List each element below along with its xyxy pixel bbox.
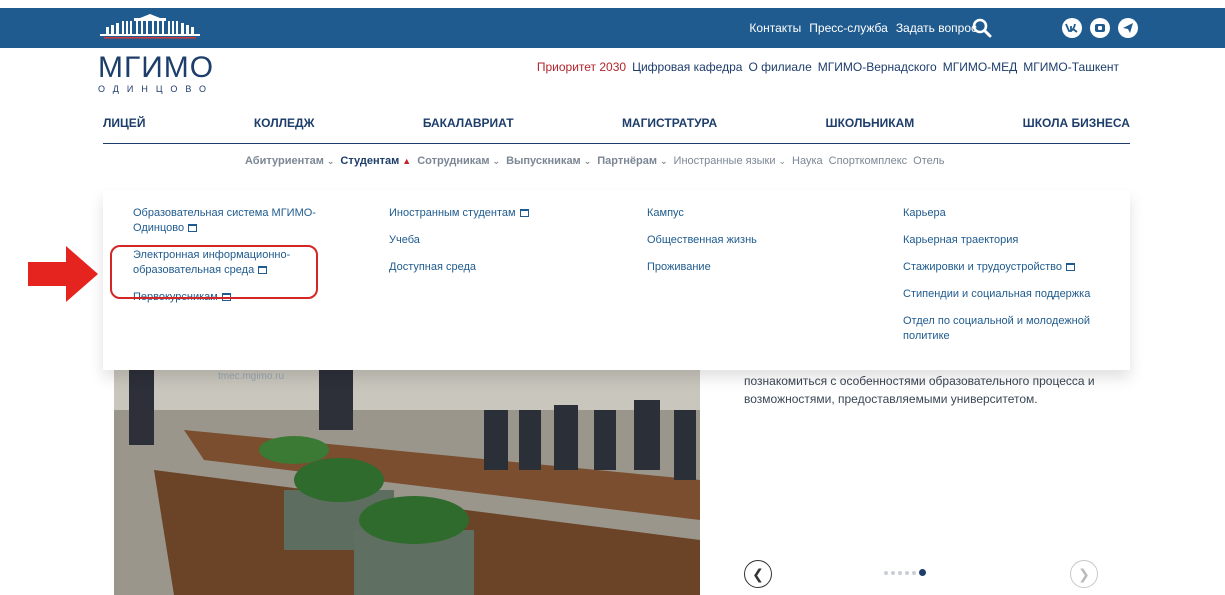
nav-schoolchildren[interactable]: ШКОЛЬНИКАМ: [826, 116, 915, 143]
building-logo-icon[interactable]: [100, 14, 200, 42]
menu-item-internships[interactable]: Стажировки и трудоустройство: [903, 260, 1113, 275]
nav-master[interactable]: МАГИСТРАТУРА: [622, 116, 717, 143]
digital-department-link[interactable]: Цифровая кафедра: [632, 60, 742, 74]
main-nav: ЛИЦЕЙ КОЛЛЕДЖ БАКАЛАВРИАТ МАГИСТРАТУРА Ш…: [103, 116, 1130, 144]
slider-next-button[interactable]: ❯: [1070, 560, 1098, 588]
slider-dot[interactable]: [884, 570, 888, 575]
chevron-right-icon: ❯: [1078, 565, 1090, 582]
sub-nav: Абитуриентам ⌄ Студентам ▲ Сотрудникам ⌄ Вы…: [245, 155, 945, 167]
subnav-partners[interactable]: Партнёрам ⌄: [597, 155, 667, 167]
subnav-science[interactable]: Наука: [792, 155, 823, 167]
top-bar: Контакты Пресс-служба Задать вопрос: [0, 8, 1225, 48]
external-link-icon: [519, 209, 529, 218]
slider-dot[interactable]: [912, 570, 916, 575]
mega-col-2: Иностранным студентам Учеба Доступная ср…: [389, 206, 609, 287]
slider-prev-button[interactable]: ❮: [744, 560, 772, 588]
slider-dot-active[interactable]: [919, 569, 926, 576]
mgimo-tashkent-link[interactable]: МГИМО-Ташкент: [1023, 60, 1119, 74]
external-link-icon: [188, 224, 198, 233]
description-text: познакомиться с особенностями образовате…: [744, 374, 1095, 406]
subnav-applicants[interactable]: Абитуриентам ⌄: [245, 155, 334, 167]
menu-item-youth-dept[interactable]: Отдел по социальной и молодежной политик…: [903, 314, 1113, 344]
menu-item-social-life[interactable]: Общественная жизнь: [647, 233, 867, 248]
subnav-students[interactable]: Студентам ▲: [340, 155, 411, 167]
nav-business-school[interactable]: ШКОЛА БИЗНЕСА: [1023, 116, 1130, 143]
menu-item-career[interactable]: Карьера: [903, 206, 1113, 221]
secondary-links: Приоритет 2030 Цифровая кафедра О филиал…: [537, 60, 1119, 74]
menu-item-study[interactable]: Учеба: [389, 233, 609, 248]
subnav-staff[interactable]: Сотрудникам ⌄: [417, 155, 500, 167]
slider-dot[interactable]: [891, 570, 895, 575]
subnav-alumni[interactable]: Выпускникам ⌄: [506, 155, 591, 167]
search-icon[interactable]: [972, 18, 992, 38]
hero-photo: tmec.mgimo.ru: [114, 370, 700, 595]
top-links: Контакты Пресс-служба Задать вопрос: [749, 8, 977, 48]
mega-col-4: Карьера Карьерная траектория Стажировки …: [903, 206, 1113, 356]
chevron-down-icon: ⌄: [326, 155, 335, 166]
subnav-foreign-languages[interactable]: Иностранные языки ⌄: [674, 155, 787, 167]
menu-item-scholarships[interactable]: Стипендии и социальная поддержка: [903, 287, 1113, 302]
chevron-up-icon: ▲: [402, 156, 412, 166]
chevron-left-icon: ❮: [752, 565, 764, 582]
subnav-hotel[interactable]: Отель: [913, 155, 944, 167]
brand-city: ОДИНЦОВО: [98, 84, 215, 94]
about-branch-link[interactable]: О филиале: [748, 60, 811, 74]
vk-icon[interactable]: [1062, 18, 1082, 38]
external-link-icon: [1066, 263, 1076, 272]
nav-college[interactable]: КОЛЛЕДЖ: [254, 116, 315, 143]
brand-logo[interactable]: МГИМО ОДИНЦОВО: [98, 51, 215, 95]
chevron-down-icon: ⌄: [659, 155, 668, 166]
brand-name: МГИМО: [98, 51, 215, 84]
menu-item-housing[interactable]: Проживание: [647, 260, 867, 275]
menu-item-career-path[interactable]: Карьерная траектория: [903, 233, 1113, 248]
chevron-down-icon: ⌄: [583, 155, 592, 166]
social-links: [1062, 18, 1138, 38]
telegram-icon[interactable]: [1118, 18, 1138, 38]
arrow-right-icon: [28, 246, 98, 302]
slider-dots: [884, 569, 926, 576]
ask-question-link[interactable]: Задать вопрос: [896, 21, 977, 35]
menu-item-edu-system[interactable]: Образовательная система МГИМО-Одинцово: [133, 206, 333, 236]
nav-lyceum[interactable]: ЛИЦЕЙ: [103, 116, 145, 143]
highlight-box: [110, 245, 318, 299]
subnav-sports[interactable]: Спорткомплекс: [829, 155, 907, 167]
mega-col-3: Кампус Общественная жизнь Проживание: [647, 206, 867, 287]
photo-caption: tmec.mgimo.ru: [218, 371, 284, 382]
chevron-down-icon: ⌄: [778, 155, 787, 166]
priority-2030-link[interactable]: Приоритет 2030: [537, 60, 626, 74]
mgimo-vernadsky-link[interactable]: МГИМО-Вернадского: [818, 60, 937, 74]
rutube-icon[interactable]: [1090, 18, 1110, 38]
menu-item-foreign-students[interactable]: Иностранным студентам: [389, 206, 609, 221]
press-link[interactable]: Пресс-служба: [809, 21, 888, 35]
mgimo-med-link[interactable]: МГИМО-МЕД: [943, 60, 1018, 74]
menu-item-campus[interactable]: Кампус: [647, 206, 867, 221]
nav-bachelor[interactable]: БАКАЛАВРИАТ: [423, 116, 514, 143]
chevron-down-icon: ⌄: [492, 155, 501, 166]
slider-dot[interactable]: [898, 570, 902, 575]
contacts-link[interactable]: Контакты: [749, 21, 801, 35]
slider-dot[interactable]: [905, 570, 909, 575]
menu-item-accessible[interactable]: Доступная среда: [389, 260, 609, 275]
